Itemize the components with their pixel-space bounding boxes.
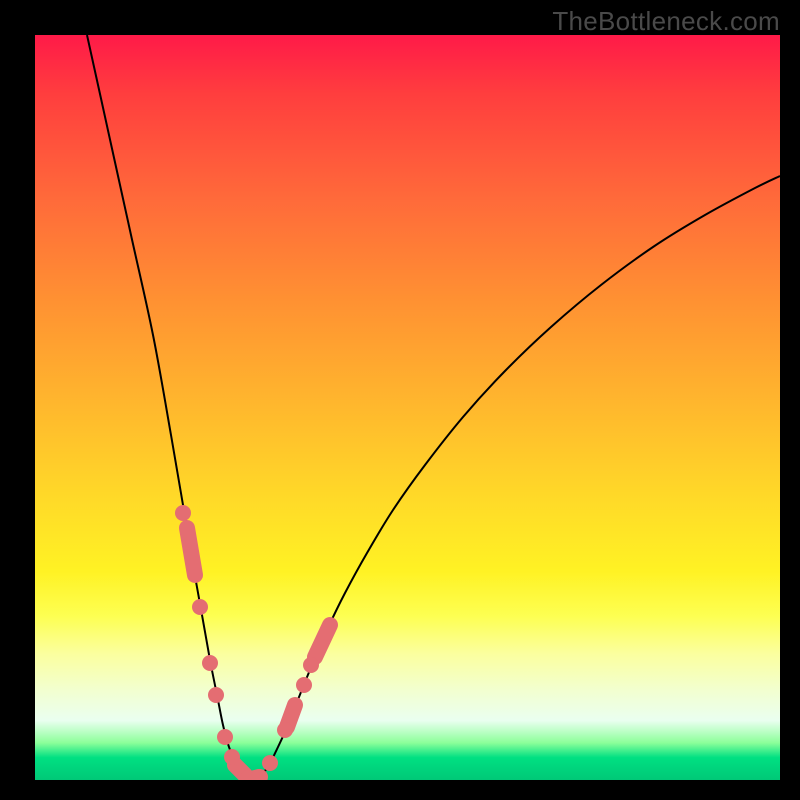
marker-dot bbox=[296, 677, 312, 693]
chart-frame: TheBottleneck.com bbox=[0, 0, 800, 800]
plot-area bbox=[35, 35, 780, 780]
marker-segment bbox=[315, 625, 330, 657]
bottleneck-curve-path bbox=[87, 35, 780, 779]
marker-segment bbox=[187, 528, 195, 575]
marker-dot bbox=[217, 729, 233, 745]
marker-dot bbox=[192, 599, 208, 615]
marker-dot bbox=[262, 755, 278, 771]
marker-dot bbox=[303, 657, 319, 673]
marker-dot bbox=[224, 749, 240, 765]
curve-overlay bbox=[35, 35, 780, 780]
marker-dot bbox=[208, 687, 224, 703]
watermark-text: TheBottleneck.com bbox=[552, 6, 780, 37]
marker-dot bbox=[202, 655, 218, 671]
marker-group bbox=[175, 505, 330, 780]
marker-dot bbox=[277, 722, 293, 738]
marker-dot bbox=[175, 505, 191, 521]
